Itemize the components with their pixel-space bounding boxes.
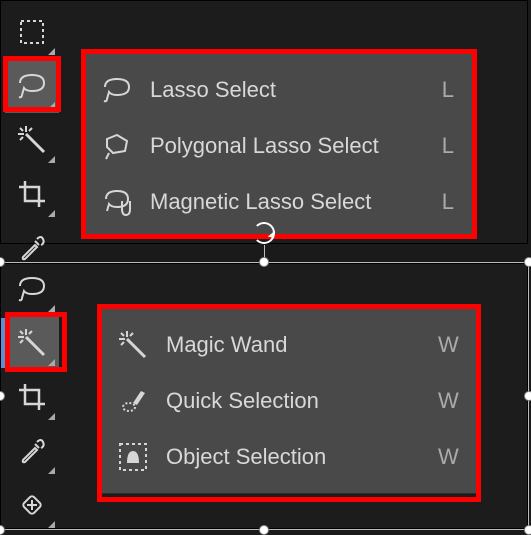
magic-wand-tool[interactable] [5,316,59,370]
flyout-item-label: Quick Selection [166,388,422,414]
flyout-item[interactable]: Quick Selection W [102,373,476,429]
bottom-toolbar [5,262,65,532]
lasso-tool[interactable] [5,59,59,113]
lasso-icon [16,71,48,101]
wand-icon [16,327,48,359]
quicksel-icon [116,385,150,417]
flyout-item-label: Lasso Select [150,77,418,103]
eyedropper-icon [17,233,47,263]
polygonal-icon [100,131,134,161]
flyout-item[interactable]: Magnetic Lasso Select L [86,174,472,230]
flyout-corner-icon [48,102,55,109]
flyout-corner-icon [48,210,55,217]
flyout-item[interactable]: Lasso Select L [86,62,472,118]
bottom-panel: Magic Wand W Quick Selection W Object Se… [0,263,528,529]
crop-icon [17,179,47,209]
wand-icon [116,329,150,361]
crop-tool[interactable] [5,167,59,221]
lasso-icon [100,75,134,105]
crop-icon [17,382,47,412]
flyout-corner-icon [48,156,55,163]
flyout-item-shortcut: W [438,444,458,470]
lasso-icon [16,274,48,304]
rectangle-select-tool[interactable] [5,5,59,59]
flyout-corner-icon [48,305,55,312]
top-toolbar [5,5,65,275]
flyout-corner-icon [48,521,55,528]
magnetic-icon [100,187,134,217]
flyout-item-label: Polygonal Lasso Select [150,133,418,159]
eyedropper-tool[interactable] [5,424,59,478]
flyout-corner-icon [48,48,55,55]
heal-tool[interactable] [5,478,59,532]
flyout-corner-icon [48,359,55,366]
wand-icon [16,124,48,156]
rotate-connector [264,245,265,263]
flyout-item-shortcut: W [438,332,458,358]
flyout-item-shortcut: L [434,189,454,215]
magic-wand-tool[interactable] [5,113,59,167]
flyout-item-label: Magic Wand [166,332,422,358]
objectsel-icon [116,441,150,473]
wand-flyout-menu: Magic Wand W Quick Selection W Object Se… [101,308,477,494]
crop-tool[interactable] [5,370,59,424]
flyout-item-shortcut: W [438,388,458,414]
heal-icon [17,490,47,520]
top-panel: Lasso Select L Polygonal Lasso Select L … [0,0,528,244]
flyout-item[interactable]: Object Selection W [102,429,476,485]
flyout-item[interactable]: Magic Wand W [102,317,476,373]
lasso-flyout-menu: Lasso Select L Polygonal Lasso Select L … [85,53,473,239]
lasso-tool[interactable] [5,262,59,316]
flyout-item[interactable]: Polygonal Lasso Select L [86,118,472,174]
flyout-corner-icon [48,467,55,474]
marquee-icon [17,17,47,47]
flyout-item-label: Object Selection [166,444,422,470]
eyedropper-icon [17,436,47,466]
flyout-item-shortcut: L [434,133,454,159]
flyout-item-label: Magnetic Lasso Select [150,189,418,215]
flyout-corner-icon [48,413,55,420]
flyout-item-shortcut: L [434,77,454,103]
